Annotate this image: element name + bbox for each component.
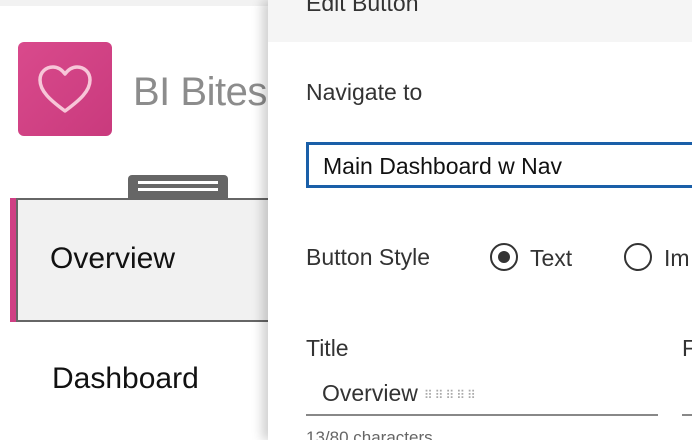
navigate-to-value: Main Dashboard w Nav bbox=[323, 153, 563, 179]
dialog-header: Edit Button bbox=[268, 0, 692, 42]
dashboard-title: BI Bites bbox=[133, 70, 267, 114]
edit-button-dialog: Edit Button Navigate to Main Dashboard w… bbox=[268, 0, 692, 440]
dialog-title: Edit Button bbox=[306, 0, 419, 16]
logo-tile bbox=[18, 42, 112, 136]
drag-handle[interactable] bbox=[128, 175, 228, 199]
title-label: Title bbox=[306, 335, 349, 361]
button-style-label: Button Style bbox=[306, 244, 431, 270]
character-count: 13/80 characters bbox=[306, 428, 433, 440]
radio-image-label[interactable]: Im bbox=[664, 245, 690, 272]
radio-text-label[interactable]: Text bbox=[530, 245, 572, 272]
title-input[interactable]: Overview ⠿⠿⠿⠿⠿ bbox=[306, 370, 658, 416]
radio-text[interactable] bbox=[490, 243, 518, 271]
dashboard-topbar bbox=[0, 0, 270, 6]
nav-button-overview[interactable]: Overview bbox=[10, 198, 280, 322]
title-input-value: Overview ⠿⠿⠿⠿⠿ bbox=[322, 380, 478, 406]
radio-image[interactable] bbox=[624, 243, 652, 271]
format-label: F bbox=[682, 335, 692, 361]
navigate-to-label: Navigate to bbox=[306, 79, 423, 105]
nav-button-label: Overview bbox=[50, 242, 176, 275]
dashboard-canvas: BI Bites Overview Dashboard bbox=[0, 0, 280, 440]
format-input[interactable] bbox=[682, 370, 692, 416]
nav-item-dashboard[interactable]: Dashboard bbox=[52, 362, 199, 396]
formatting-dots-icon: ⠿⠿⠿⠿⠿ bbox=[423, 387, 478, 402]
navigate-to-select[interactable]: Main Dashboard w Nav bbox=[306, 142, 692, 188]
heart-icon bbox=[38, 65, 92, 113]
